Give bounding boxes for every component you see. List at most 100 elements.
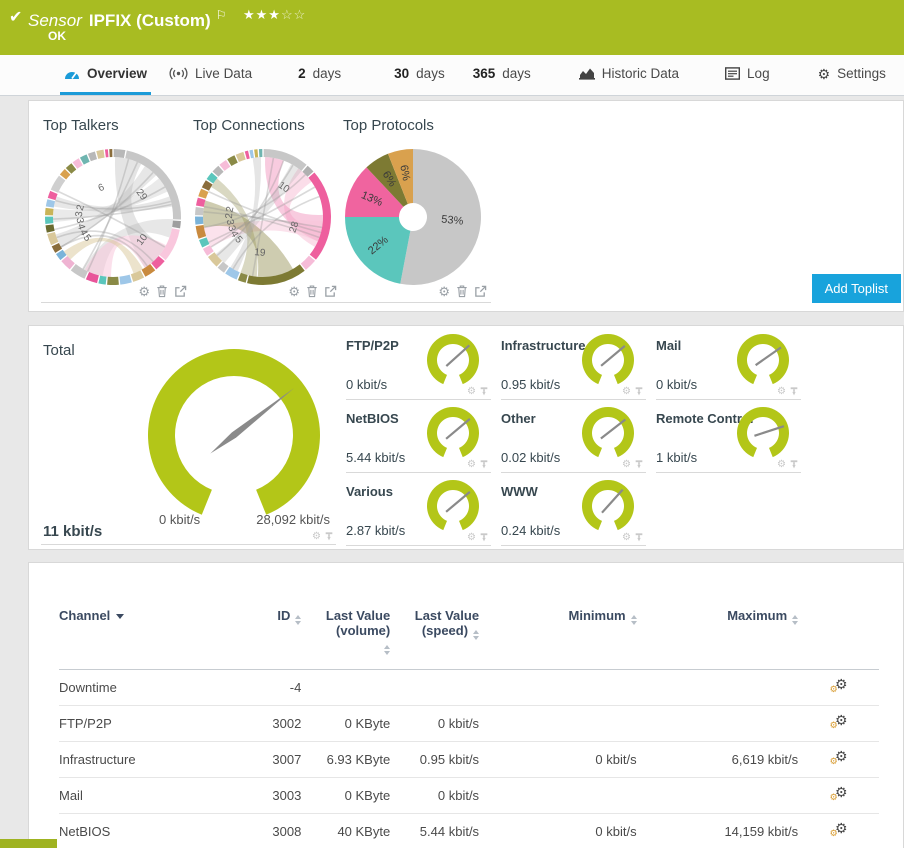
channel-label: FTP/P2P <box>346 338 399 353</box>
channel-gauge-ftp-p2p: FTP/P2P 0 kbit/s ⚙ <box>346 334 491 400</box>
gear-icon[interactable]: ⚙ <box>312 531 321 542</box>
chord-chart[interactable]: 6 2910233445 <box>43 147 183 287</box>
gear-icon[interactable]: ⚙ <box>622 386 631 397</box>
col-channel[interactable]: Channel <box>59 563 241 670</box>
cell-settings: ⚙ ⚙ <box>798 670 879 706</box>
trash-icon[interactable] <box>156 284 168 298</box>
channel-value: 5.44 kbit/s <box>346 450 406 465</box>
channel-gauge-mail: Mail 0 kbit/s ⚙ <box>656 334 801 400</box>
tab-label: Historic Data <box>601 66 680 81</box>
channel-value: 0.24 kbit/s <box>501 523 561 538</box>
cell-id: -4 <box>289 680 302 695</box>
col-last-value-speed[interactable]: Last Value (speed) <box>390 563 480 670</box>
channel-settings-gear-icon[interactable]: ⚙ ⚙ <box>830 676 848 694</box>
sensor-name: IPFIX (Custom) <box>88 11 211 30</box>
tab-log[interactable]: Log <box>721 55 774 95</box>
live-icon <box>169 67 188 80</box>
cell-last-value-speed: 0.95 kbit/s <box>419 752 480 767</box>
gear-icon[interactable]: ⚙ <box>467 386 476 397</box>
chord-chart[interactable]: 102819223345 <box>193 147 333 287</box>
tab-30-days[interactable]: 30 days <box>390 55 449 95</box>
tab-settings[interactable]: ⚙ Settings <box>814 55 890 95</box>
channel-settings-gear-icon[interactable]: ⚙ ⚙ <box>830 748 848 766</box>
cell-channel[interactable]: Downtime <box>59 670 241 706</box>
pin-icon[interactable] <box>789 459 799 470</box>
toplist-panel-top-connections: Top Connections 10 28 19 2 2 3 3 4 5 ⚙ <box>191 109 341 303</box>
channel-label: WWW <box>501 484 538 499</box>
pin-icon[interactable] <box>634 532 644 543</box>
tab-365-days[interactable]: 365 days <box>469 55 535 95</box>
cell-channel[interactable]: NetBIOS <box>59 814 241 848</box>
col-minimum[interactable]: Minimum <box>479 563 637 670</box>
channel-value: 0.95 kbit/s <box>501 377 561 392</box>
col-last-value-volume[interactable]: Last Value (volume) <box>301 563 391 670</box>
cell-channel[interactable]: Infrastructure <box>59 742 241 778</box>
cell-settings: ⚙ ⚙ <box>798 814 879 848</box>
cell-settings: ⚙ ⚙ <box>798 778 879 814</box>
gear-icon[interactable]: ⚙ <box>467 459 476 470</box>
cell-last-value-speed: 0 kbit/s <box>437 716 480 731</box>
channel-settings-gear-icon[interactable]: ⚙ ⚙ <box>830 712 848 730</box>
cell-settings: ⚙ ⚙ <box>798 742 879 778</box>
cell-channel[interactable]: FTP/P2P <box>59 706 241 742</box>
panel-icons: ⚙ <box>288 284 337 298</box>
pin-icon[interactable] <box>634 459 644 470</box>
col-settings <box>798 563 879 670</box>
channel-settings-gear-icon[interactable]: ⚙ ⚙ <box>830 820 848 838</box>
channel-settings-gear-icon[interactable]: ⚙ ⚙ <box>830 784 848 802</box>
pin-icon[interactable] <box>479 386 489 397</box>
gear-icon[interactable]: ⚙ <box>467 532 476 543</box>
pin-icon[interactable] <box>634 386 644 397</box>
sort-arrows-icon <box>384 645 391 655</box>
svg-text:2: 2 <box>224 212 235 218</box>
table-row-ftp-p2p: FTP/P2P 3002 0 KByte 0 kbit/s ⚙ ⚙ <box>59 706 879 742</box>
gear-icon[interactable]: ⚙ <box>622 459 631 470</box>
pin-icon[interactable] <box>324 531 334 542</box>
channel-value: 1 kbit/s <box>656 450 698 465</box>
priority-stars[interactable]: ★★★☆☆ <box>243 7 306 23</box>
tab-number: 365 <box>472 66 496 81</box>
tab-live-data[interactable]: Live Data <box>165 55 256 95</box>
tab-2-days[interactable]: 2 days <box>294 55 345 95</box>
cell-icons: ⚙ <box>777 459 799 470</box>
channel-gauge-netbios: NetBIOS 5.44 kbit/s ⚙ <box>346 407 491 473</box>
channels-table-card: Channel ID Last Value (volume) Last Value… <box>28 562 904 848</box>
gear-icon[interactable]: ⚙ <box>622 532 631 543</box>
gear-icon[interactable]: ⚙ <box>288 285 300 298</box>
channel-gauge <box>737 334 789 385</box>
status-badge: OK <box>48 29 66 43</box>
external-link-icon[interactable] <box>474 285 487 298</box>
pin-icon[interactable] <box>479 532 489 543</box>
tab-historic-data[interactable]: Historic Data <box>575 55 683 95</box>
sort-arrows-icon <box>792 615 799 625</box>
external-link-icon[interactable] <box>324 285 337 298</box>
pin-icon[interactable] <box>479 459 489 470</box>
cell-icons: ⚙ <box>622 459 644 470</box>
gear-icon[interactable]: ⚙ <box>138 285 150 298</box>
cell-id: 3007 <box>272 752 302 767</box>
pie-chart[interactable]: 53%22%13%6%6% <box>343 147 483 287</box>
sort-arrows-icon <box>630 615 637 625</box>
gear-icon[interactable]: ⚙ <box>777 459 786 470</box>
channel-gauge <box>427 480 479 531</box>
cell-settings: ⚙ ⚙ <box>798 706 879 742</box>
external-link-icon[interactable] <box>174 285 187 298</box>
trash-icon[interactable] <box>306 284 318 298</box>
col-id[interactable]: ID <box>241 563 302 670</box>
cell-channel[interactable]: Mail <box>59 778 241 814</box>
footer-strip <box>0 839 57 848</box>
channel-gauge-other: Other 0.02 kbit/s ⚙ <box>501 407 646 473</box>
tab-number: 30 <box>394 66 410 81</box>
col-maximum[interactable]: Maximum <box>637 563 799 670</box>
cell-last-value-volume: 6.93 KByte <box>326 752 391 767</box>
add-toplist-button[interactable]: Add Toplist <box>811 274 901 303</box>
tab-overview[interactable]: Overview <box>60 55 152 95</box>
gear-icon[interactable]: ⚙ <box>438 285 450 298</box>
total-value: 11 kbit/s <box>43 523 103 540</box>
pin-icon[interactable] <box>789 386 799 397</box>
trash-icon[interactable] <box>456 284 468 298</box>
gear-icon[interactable]: ⚙ <box>777 386 786 397</box>
flag-icon[interactable]: ⚐ <box>216 8 227 22</box>
tab-label: days <box>312 66 342 81</box>
gauges-card: Total 0 kbit/s 28,092 kbit/s 11 kbit/s ⚙… <box>28 325 904 550</box>
